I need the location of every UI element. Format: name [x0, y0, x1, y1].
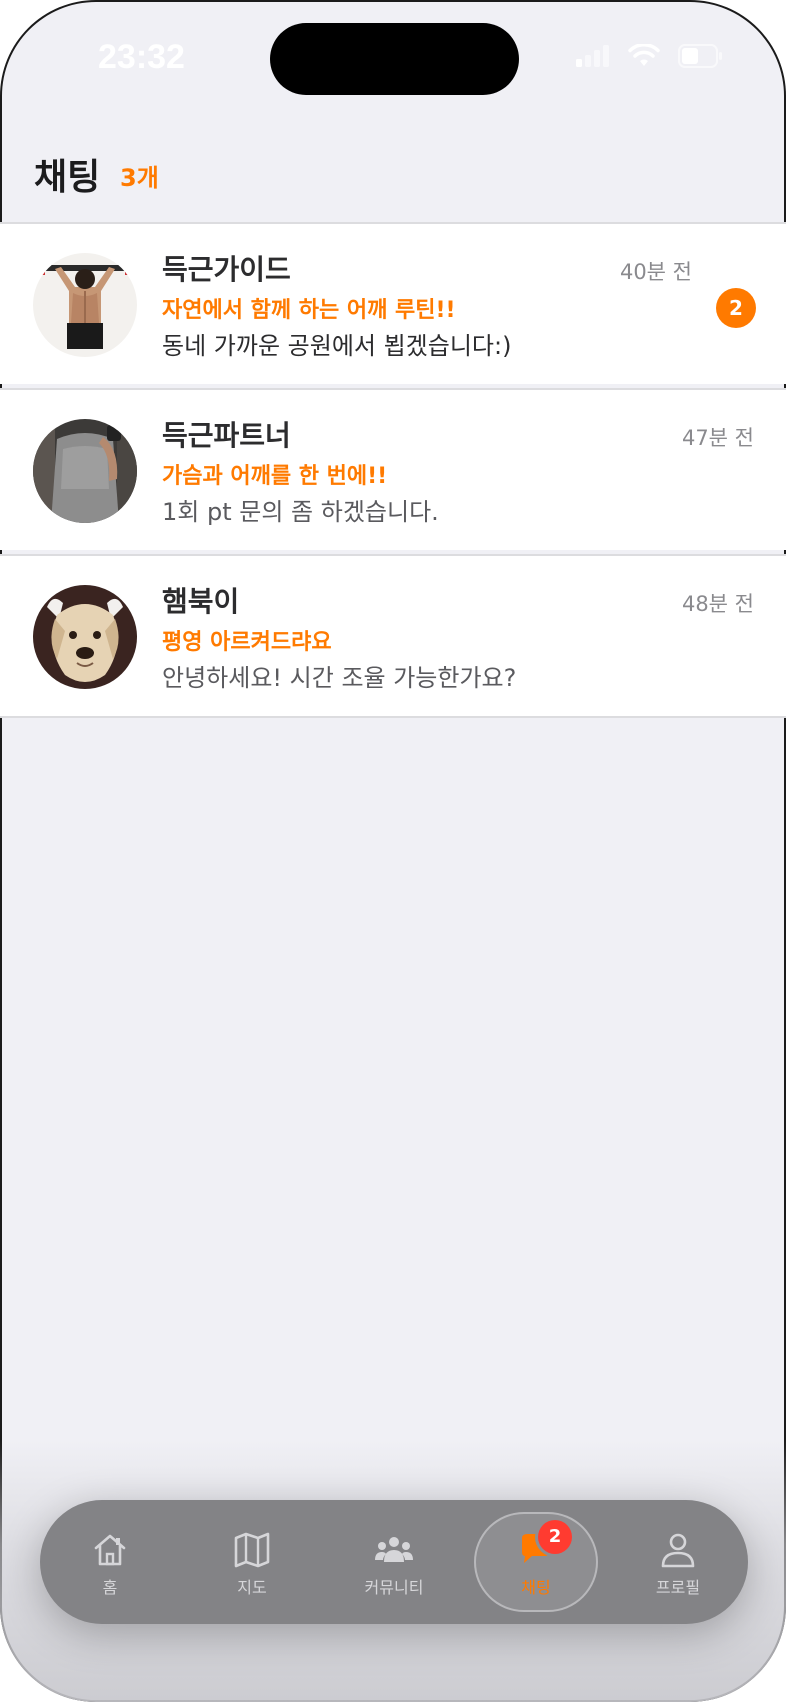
- battery-icon: [678, 44, 724, 72]
- avatar-gym-man: [33, 419, 137, 523]
- chat-count: 3개: [120, 164, 159, 192]
- chat-tab-badge: 2: [538, 1520, 572, 1554]
- unread-badge: 2: [716, 288, 756, 328]
- page-title: 채팅: [34, 157, 101, 198]
- wifi-icon: [628, 43, 660, 72]
- community-icon: [374, 1530, 414, 1570]
- tab-profile[interactable]: 프로필: [616, 1512, 740, 1612]
- avatar-pullup-man: [33, 253, 137, 357]
- chat-name: 득근가이드: [162, 253, 291, 286]
- tab-chat[interactable]: 채팅 2: [474, 1512, 598, 1612]
- chat-last-message: 1회 pt 문의 좀 하겠습니다.: [162, 498, 439, 526]
- tab-community[interactable]: 커뮤니티: [332, 1512, 456, 1612]
- status-icons: [576, 43, 724, 72]
- chat-list: 득근가이드 자연에서 함께 하는 어깨 루틴!! 동네 가까운 공원에서 뵙겠습…: [0, 222, 786, 718]
- map-icon: [232, 1530, 272, 1570]
- bottom-tab-bar: 홈 지도 커뮤니티 채팅 2 프로필: [40, 1500, 748, 1624]
- tab-label: 커뮤니티: [364, 1578, 424, 1597]
- home-icon: [90, 1530, 130, 1570]
- dynamic-island: [270, 23, 519, 95]
- chat-time: 48분 전: [681, 592, 754, 616]
- chat-last-message: 동네 가까운 공원에서 뵙겠습니다:): [162, 332, 512, 360]
- chat-time: 47분 전: [681, 426, 754, 450]
- tab-label: 홈: [102, 1578, 118, 1597]
- page: 23:32 채팅 3개 득근가이드 자연에서 함께 하는 어깨 루틴!! 동네 …: [0, 0, 786, 1702]
- signal-icon: [576, 45, 610, 71]
- avatar-dog: [33, 585, 137, 689]
- profile-icon: [658, 1530, 698, 1570]
- chat-post-title: 평영 아르켜드랴요: [162, 630, 332, 655]
- tab-label: 지도: [237, 1578, 267, 1597]
- chat-post-title: 가슴과 어깨를 한 번에!!: [162, 464, 388, 489]
- chat-time: 40분 전: [619, 260, 692, 284]
- chat-post-title: 자연에서 함께 하는 어깨 루틴!!: [162, 298, 456, 323]
- tab-map[interactable]: 지도: [190, 1512, 314, 1612]
- tab-label: 프로필: [655, 1578, 701, 1597]
- tab-label: 채팅: [521, 1578, 551, 1597]
- tab-home[interactable]: 홈: [48, 1512, 172, 1612]
- chat-last-message: 안녕하세요! 시간 조율 가능한가요?: [162, 664, 517, 692]
- chat-list-item[interactable]: 득근가이드 자연에서 함께 하는 어깨 루틴!! 동네 가까운 공원에서 뵙겠습…: [0, 222, 786, 384]
- chat-list-item[interactable]: 햄북이 평영 아르켜드랴요 안녕하세요! 시간 조율 가능한가요? 48분 전: [0, 554, 786, 718]
- chat-name: 햄북이: [162, 585, 240, 618]
- phone-screen: 23:32 채팅 3개 득근가이드 자연에서 함께 하는 어깨 루틴!! 동네 …: [0, 0, 786, 1702]
- page-header: 채팅 3개: [0, 130, 786, 220]
- chat-name: 득근파트너: [162, 419, 291, 452]
- status-time: 23:32: [98, 38, 185, 76]
- chat-list-item[interactable]: 득근파트너 가슴과 어깨를 한 번에!! 1회 pt 문의 좀 하겠습니다. 4…: [0, 388, 786, 550]
